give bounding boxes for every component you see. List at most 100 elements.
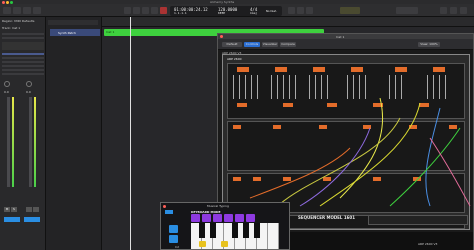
slider-2[interactable]	[239, 75, 240, 99]
black-key-5[interactable]	[254, 223, 260, 238]
slider-6[interactable]	[271, 75, 272, 99]
slider-12[interactable]	[315, 75, 316, 99]
sends-slot[interactable]	[2, 61, 44, 63]
octave-down-button[interactable]	[169, 225, 178, 233]
slider-10[interactable]	[295, 75, 296, 99]
eq-slot[interactable]	[2, 37, 44, 39]
solo-button-1[interactable]: S	[11, 207, 17, 212]
slider-15[interactable]	[347, 75, 348, 99]
plugin-close-button[interactable]	[220, 35, 223, 38]
tab-controls[interactable]: Controls	[244, 42, 260, 47]
keyboard-mode-toggle[interactable]	[165, 210, 173, 214]
output-slot[interactable]	[2, 65, 44, 67]
black-key-2[interactable]	[210, 223, 216, 238]
slider-20[interactable]	[395, 75, 396, 99]
eq-thumbnail[interactable]	[2, 42, 44, 50]
pad-1[interactable]	[191, 214, 200, 222]
osc1-button[interactable]	[237, 67, 249, 72]
volume-readout-2: 0.0	[26, 90, 31, 94]
tuner-button[interactable]	[297, 7, 304, 14]
group-slot[interactable]	[2, 69, 44, 71]
slider-3[interactable]	[245, 75, 246, 99]
black-key-4[interactable]	[243, 223, 249, 238]
octave-up-button[interactable]	[169, 235, 178, 243]
play-button[interactable]	[151, 7, 158, 14]
compare-button[interactable]: Compare	[280, 42, 296, 47]
metronome-button[interactable]	[306, 7, 313, 14]
patch-cables[interactable]	[220, 98, 474, 208]
instrument-slot[interactable]	[2, 53, 44, 55]
slider-1[interactable]	[233, 75, 234, 99]
help-button[interactable]	[23, 7, 31, 14]
slider-13[interactable]	[321, 75, 322, 99]
pan-knob-1[interactable]	[4, 81, 10, 87]
osc2-button[interactable]	[275, 67, 287, 72]
slider-16[interactable]	[353, 75, 354, 99]
slider-25[interactable]	[445, 75, 446, 99]
slider-23[interactable]	[433, 75, 434, 99]
tab-visualizer[interactable]: Visualizer	[262, 42, 278, 47]
osc3-button[interactable]	[313, 67, 325, 72]
toolbar-button[interactable]	[33, 7, 41, 14]
lcd-display[interactable]: 01:00:00:24.12 1.1.1.1 120.0000 KEEP 4/4…	[170, 6, 282, 16]
playhead[interactable]	[130, 17, 131, 250]
yellow-pad-2[interactable]	[221, 241, 228, 247]
black-key-3[interactable]	[232, 223, 238, 238]
record-button[interactable]	[160, 7, 167, 14]
pad-4[interactable]	[224, 214, 233, 222]
slider-21[interactable]	[401, 75, 402, 99]
mute-button-2[interactable]	[26, 207, 32, 212]
audio-fx-slot[interactable]	[2, 57, 44, 59]
sequencer-controls[interactable]	[368, 215, 468, 225]
slider-5[interactable]	[257, 75, 258, 99]
notepad-button[interactable]	[440, 7, 447, 14]
inspector-button[interactable]	[13, 7, 21, 14]
slider-24[interactable]	[439, 75, 440, 99]
pan-knob-2[interactable]	[26, 81, 32, 87]
cycle-button[interactable]	[288, 7, 295, 14]
view-zoom-dropdown[interactable]: View: 100%	[418, 42, 440, 47]
slider-8[interactable]	[283, 75, 284, 99]
setting-slot[interactable]	[2, 33, 44, 35]
slider-22[interactable]	[427, 75, 428, 99]
slider-9[interactable]	[289, 75, 290, 99]
yellow-pad-1[interactable]	[199, 241, 206, 247]
track-row[interactable]: Synth Patch	[50, 29, 100, 36]
mute-button-1[interactable]: M	[4, 207, 10, 212]
slider-19[interactable]	[389, 75, 390, 99]
loops-button[interactable]	[450, 7, 457, 14]
stop-button[interactable]	[142, 7, 149, 14]
slider-17[interactable]	[359, 75, 360, 99]
lcd-mode: Normal	[266, 9, 277, 13]
black-key-1[interactable]	[199, 223, 205, 238]
automation-slot[interactable]	[2, 73, 44, 75]
env-button[interactable]	[433, 67, 445, 72]
slider-4[interactable]	[251, 75, 252, 99]
preset-dropdown[interactable]: Default	[222, 42, 242, 47]
volume-fader-2[interactable]	[29, 97, 32, 187]
volume-fader-1[interactable]	[7, 97, 10, 187]
pad-3[interactable]	[213, 214, 222, 222]
keyboard-close-button[interactable]	[163, 205, 166, 208]
pad-2[interactable]	[202, 214, 211, 222]
track-color-2	[24, 217, 40, 222]
pad-6[interactable]	[246, 214, 255, 222]
browser-button[interactable]	[460, 7, 467, 14]
region-label: Region: MIDI Defaults	[2, 19, 35, 23]
ruler[interactable]	[102, 17, 474, 27]
vcf-button[interactable]	[351, 67, 363, 72]
slider-7[interactable]	[277, 75, 278, 99]
slider-14[interactable]	[327, 75, 328, 99]
forward-button[interactable]	[133, 7, 140, 14]
vca-button[interactable]	[395, 67, 407, 72]
white-key-8[interactable]	[268, 223, 279, 249]
slider-18[interactable]	[365, 75, 366, 99]
slider-11[interactable]	[309, 75, 310, 99]
rewind-button[interactable]	[124, 7, 131, 14]
level-meter-1	[12, 97, 14, 187]
master-volume-slider[interactable]	[396, 7, 418, 14]
library-button[interactable]	[3, 7, 11, 14]
solo-button-2[interactable]	[33, 207, 39, 212]
smart-tempo-button[interactable]	[340, 7, 360, 14]
pad-5[interactable]	[235, 214, 244, 222]
